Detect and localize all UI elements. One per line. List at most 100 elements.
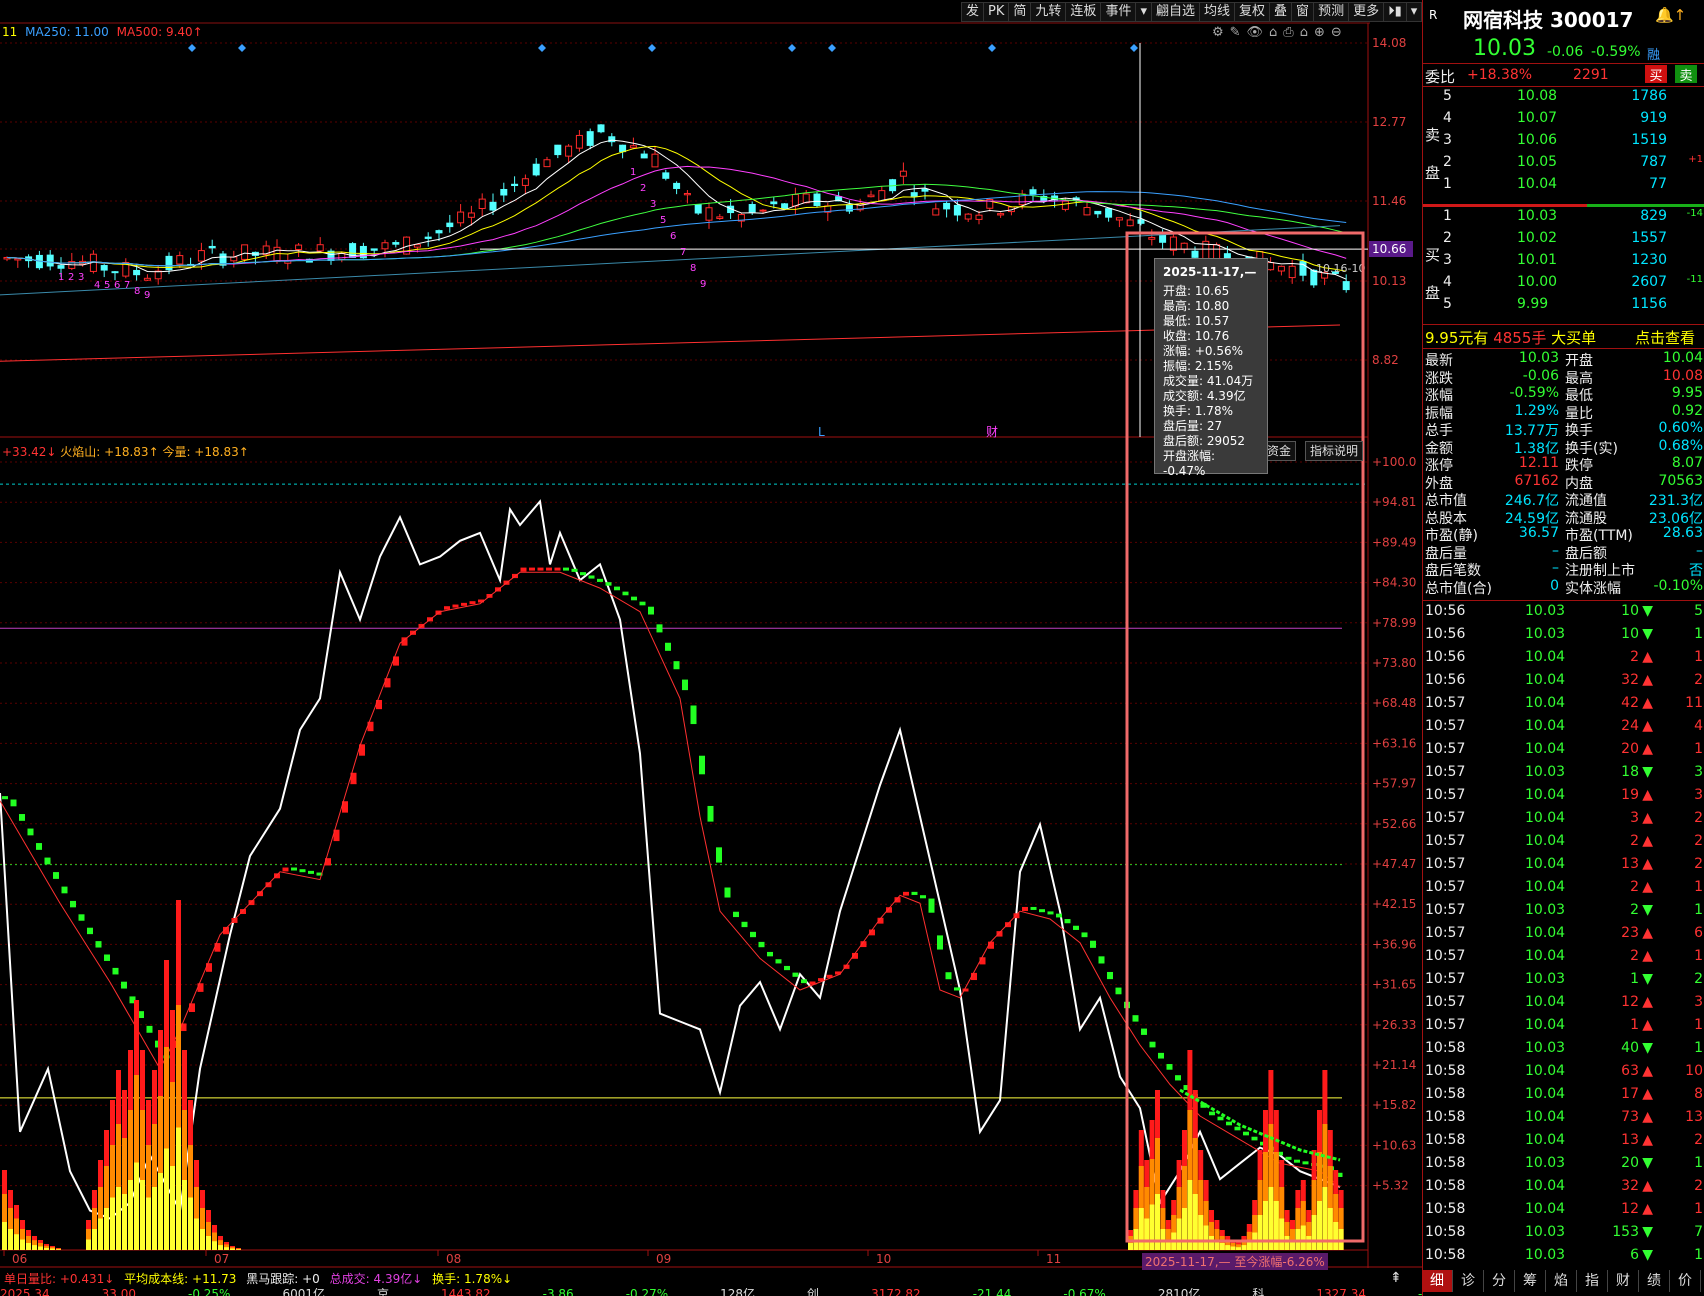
tick-count: 1 — [1694, 902, 1703, 918]
tick-time: 10:58 — [1425, 1247, 1466, 1263]
bids-level-row[interactable]: 5 9.99 1156 — [1423, 296, 1704, 318]
toolbar-item-1[interactable]: PK — [983, 2, 1010, 22]
asks-level-row[interactable]: 2 10.05 787 +1 — [1423, 154, 1704, 176]
indicator-axis-label: +36.96 — [1372, 937, 1416, 951]
tick-time: 10:57 — [1425, 833, 1466, 849]
trend-block — [308, 870, 314, 874]
candle-body — [1288, 265, 1296, 279]
tick-volume: 6 — [1630, 1247, 1639, 1263]
toolbar-item-2[interactable]: 简 — [1008, 2, 1032, 22]
toolbar-item-15[interactable]: ▾ — [1405, 2, 1423, 22]
toolbar-item-3[interactable]: 九转 — [1030, 2, 1067, 22]
trend-block — [70, 900, 76, 908]
panel-tab-5[interactable]: 指 — [1577, 1270, 1608, 1292]
chart-tool-icons[interactable]: ⚙✎👁⌂⎙⌂⊕⊖ — [1212, 25, 1348, 40]
toolbar-item-14[interactable]: ⏵▮ — [1383, 2, 1407, 22]
stat-value: 0 — [1550, 577, 1559, 594]
candle-body — [662, 172, 670, 179]
asks-level-num: 5 — [1443, 88, 1452, 104]
trend-block — [622, 591, 629, 596]
tick-time: 10:57 — [1425, 695, 1466, 711]
toolbar-item-13[interactable]: 更多 — [1348, 2, 1385, 22]
asks-level-row[interactable]: 1 10.04 77 — [1423, 176, 1704, 198]
toolbar-item-5[interactable]: 事件 — [1100, 2, 1137, 22]
td-seq-label: 7 — [124, 280, 130, 291]
tick-volume: 73 — [1621, 1109, 1639, 1125]
tick-row: 10:58 10.04 32 ▲ 2 — [1423, 1178, 1704, 1200]
flame-volume-bar — [176, 900, 181, 1250]
toolbar-item-8[interactable]: 均线 — [1199, 2, 1236, 22]
flame-bar-yellow — [1149, 1204, 1155, 1250]
indicator-axis-label: +89.49 — [1372, 535, 1416, 549]
view-big-order-link[interactable]: 点击查看 — [1635, 327, 1695, 348]
trend-block — [1141, 1028, 1147, 1035]
candle-body — [694, 204, 702, 214]
bids-level-row[interactable]: 3 10.01 1230 — [1423, 252, 1704, 274]
flame-bar-yellow — [1317, 1201, 1322, 1250]
flame-volume-bar — [146, 1100, 151, 1250]
tick-price: 10.04 — [1525, 1017, 1566, 1033]
bids-level-row[interactable]: 2 10.02 1557 — [1423, 230, 1704, 252]
tick-price: 10.03 — [1525, 603, 1566, 619]
flame-bar-yellow — [1263, 1201, 1268, 1250]
indicator-axis-label: +42.15 — [1372, 897, 1416, 911]
asks-level-row[interactable]: 4 10.07 919 — [1423, 110, 1704, 132]
tick-row: 10:56 10.04 32 ▲ 2 — [1423, 672, 1704, 694]
candle-body — [1061, 200, 1069, 210]
td-seq-label: 2 — [640, 183, 646, 194]
flame-bar-yellow — [56, 1249, 61, 1250]
tick-price: 10.04 — [1525, 1086, 1566, 1102]
panel-tab-7[interactable]: 绩 — [1639, 1270, 1670, 1292]
tick-count: 13 — [1685, 1109, 1703, 1125]
panel-tab-4[interactable]: 焰 — [1546, 1270, 1577, 1292]
trend-block — [537, 567, 544, 571]
bids-level-row[interactable]: 1 10.03 829 -14 — [1423, 208, 1704, 230]
flame-volume-bar — [56, 1248, 61, 1250]
big-order-volume: 4855手 — [1493, 329, 1547, 347]
candle-body — [392, 242, 400, 245]
big-order-notice[interactable]: 9.95元有 4855手 大买单 — [1425, 327, 1596, 348]
panel-tab-6[interactable]: 财 — [1608, 1270, 1639, 1292]
tooltip-line: 成交额: 4.39亿 — [1163, 389, 1246, 403]
arrow-down-icon: ▼ — [1642, 1247, 1653, 1263]
panel-tab-0[interactable]: 细 — [1422, 1270, 1453, 1292]
indicator-explain-button[interactable]: 指标说明 — [1305, 441, 1364, 461]
toolbar-item-9[interactable]: 复权 — [1234, 2, 1271, 22]
flame-bar-yellow — [1327, 1208, 1333, 1250]
stat-value: 36.57 — [1518, 525, 1559, 541]
flame-bar-yellow — [140, 1180, 145, 1250]
tick-time: 10:58 — [1425, 1201, 1466, 1217]
arrow-down-icon: ▼ — [1642, 971, 1653, 987]
toolbar-item-11[interactable]: 窗 — [1291, 2, 1315, 22]
asks-level-row[interactable]: 5 10.08 1786 — [1423, 88, 1704, 110]
candle-body — [176, 255, 184, 265]
toolbar-item-0[interactable]: 发 — [961, 2, 985, 22]
flame-volume-bar — [8, 1190, 13, 1250]
buy-button[interactable]: 买 — [1645, 65, 1667, 84]
toolbar-item-10[interactable]: 叠 — [1269, 2, 1293, 22]
asks-level-row[interactable]: 3 10.06 1519 — [1423, 132, 1704, 154]
toolbar-item-7[interactable]: 翩自选 — [1150, 2, 1200, 22]
flame-bar-yellow — [134, 1162, 139, 1250]
toolbar-item-6[interactable]: ▾ — [1135, 2, 1152, 22]
tick-price: 10.03 — [1525, 971, 1566, 987]
sell-button[interactable]: 卖 — [1675, 65, 1697, 84]
tick-volume: 13 — [1621, 1132, 1639, 1148]
toolbar-item-12[interactable]: 预测 — [1313, 2, 1350, 22]
kline-chart[interactable]: 14.08 12.77 11.46 10.66 10.13 8.82 +100.0 +94.8… — [0, 0, 1422, 1296]
panel-tab-2[interactable]: 分 — [1484, 1270, 1515, 1292]
panel-tab-8[interactable]: 价 — [1670, 1270, 1701, 1292]
alert-bell-icon[interactable]: 🔔↑ — [1655, 6, 1686, 24]
bids-level-row[interactable]: 4 10.00 2607 -11 — [1423, 274, 1704, 296]
weibi-value: 2291 — [1573, 67, 1609, 83]
arrow-up-icon: ▲ — [1642, 1178, 1653, 1194]
collapse-up-icon[interactable]: ⇞ — [1390, 1270, 1402, 1286]
toolbar-item-4[interactable]: 连板 — [1065, 2, 1102, 22]
tick-price: 10.04 — [1525, 1178, 1566, 1194]
bids-price: 10.01 — [1517, 252, 1558, 268]
panel-tab-1[interactable]: 诊 — [1453, 1270, 1484, 1292]
tick-volume: 63 — [1621, 1063, 1639, 1079]
panel-tab-3[interactable]: 筹 — [1515, 1270, 1546, 1292]
arrow-up-icon: ▲ — [1642, 741, 1653, 757]
flame-volume-bar — [1225, 1236, 1231, 1250]
